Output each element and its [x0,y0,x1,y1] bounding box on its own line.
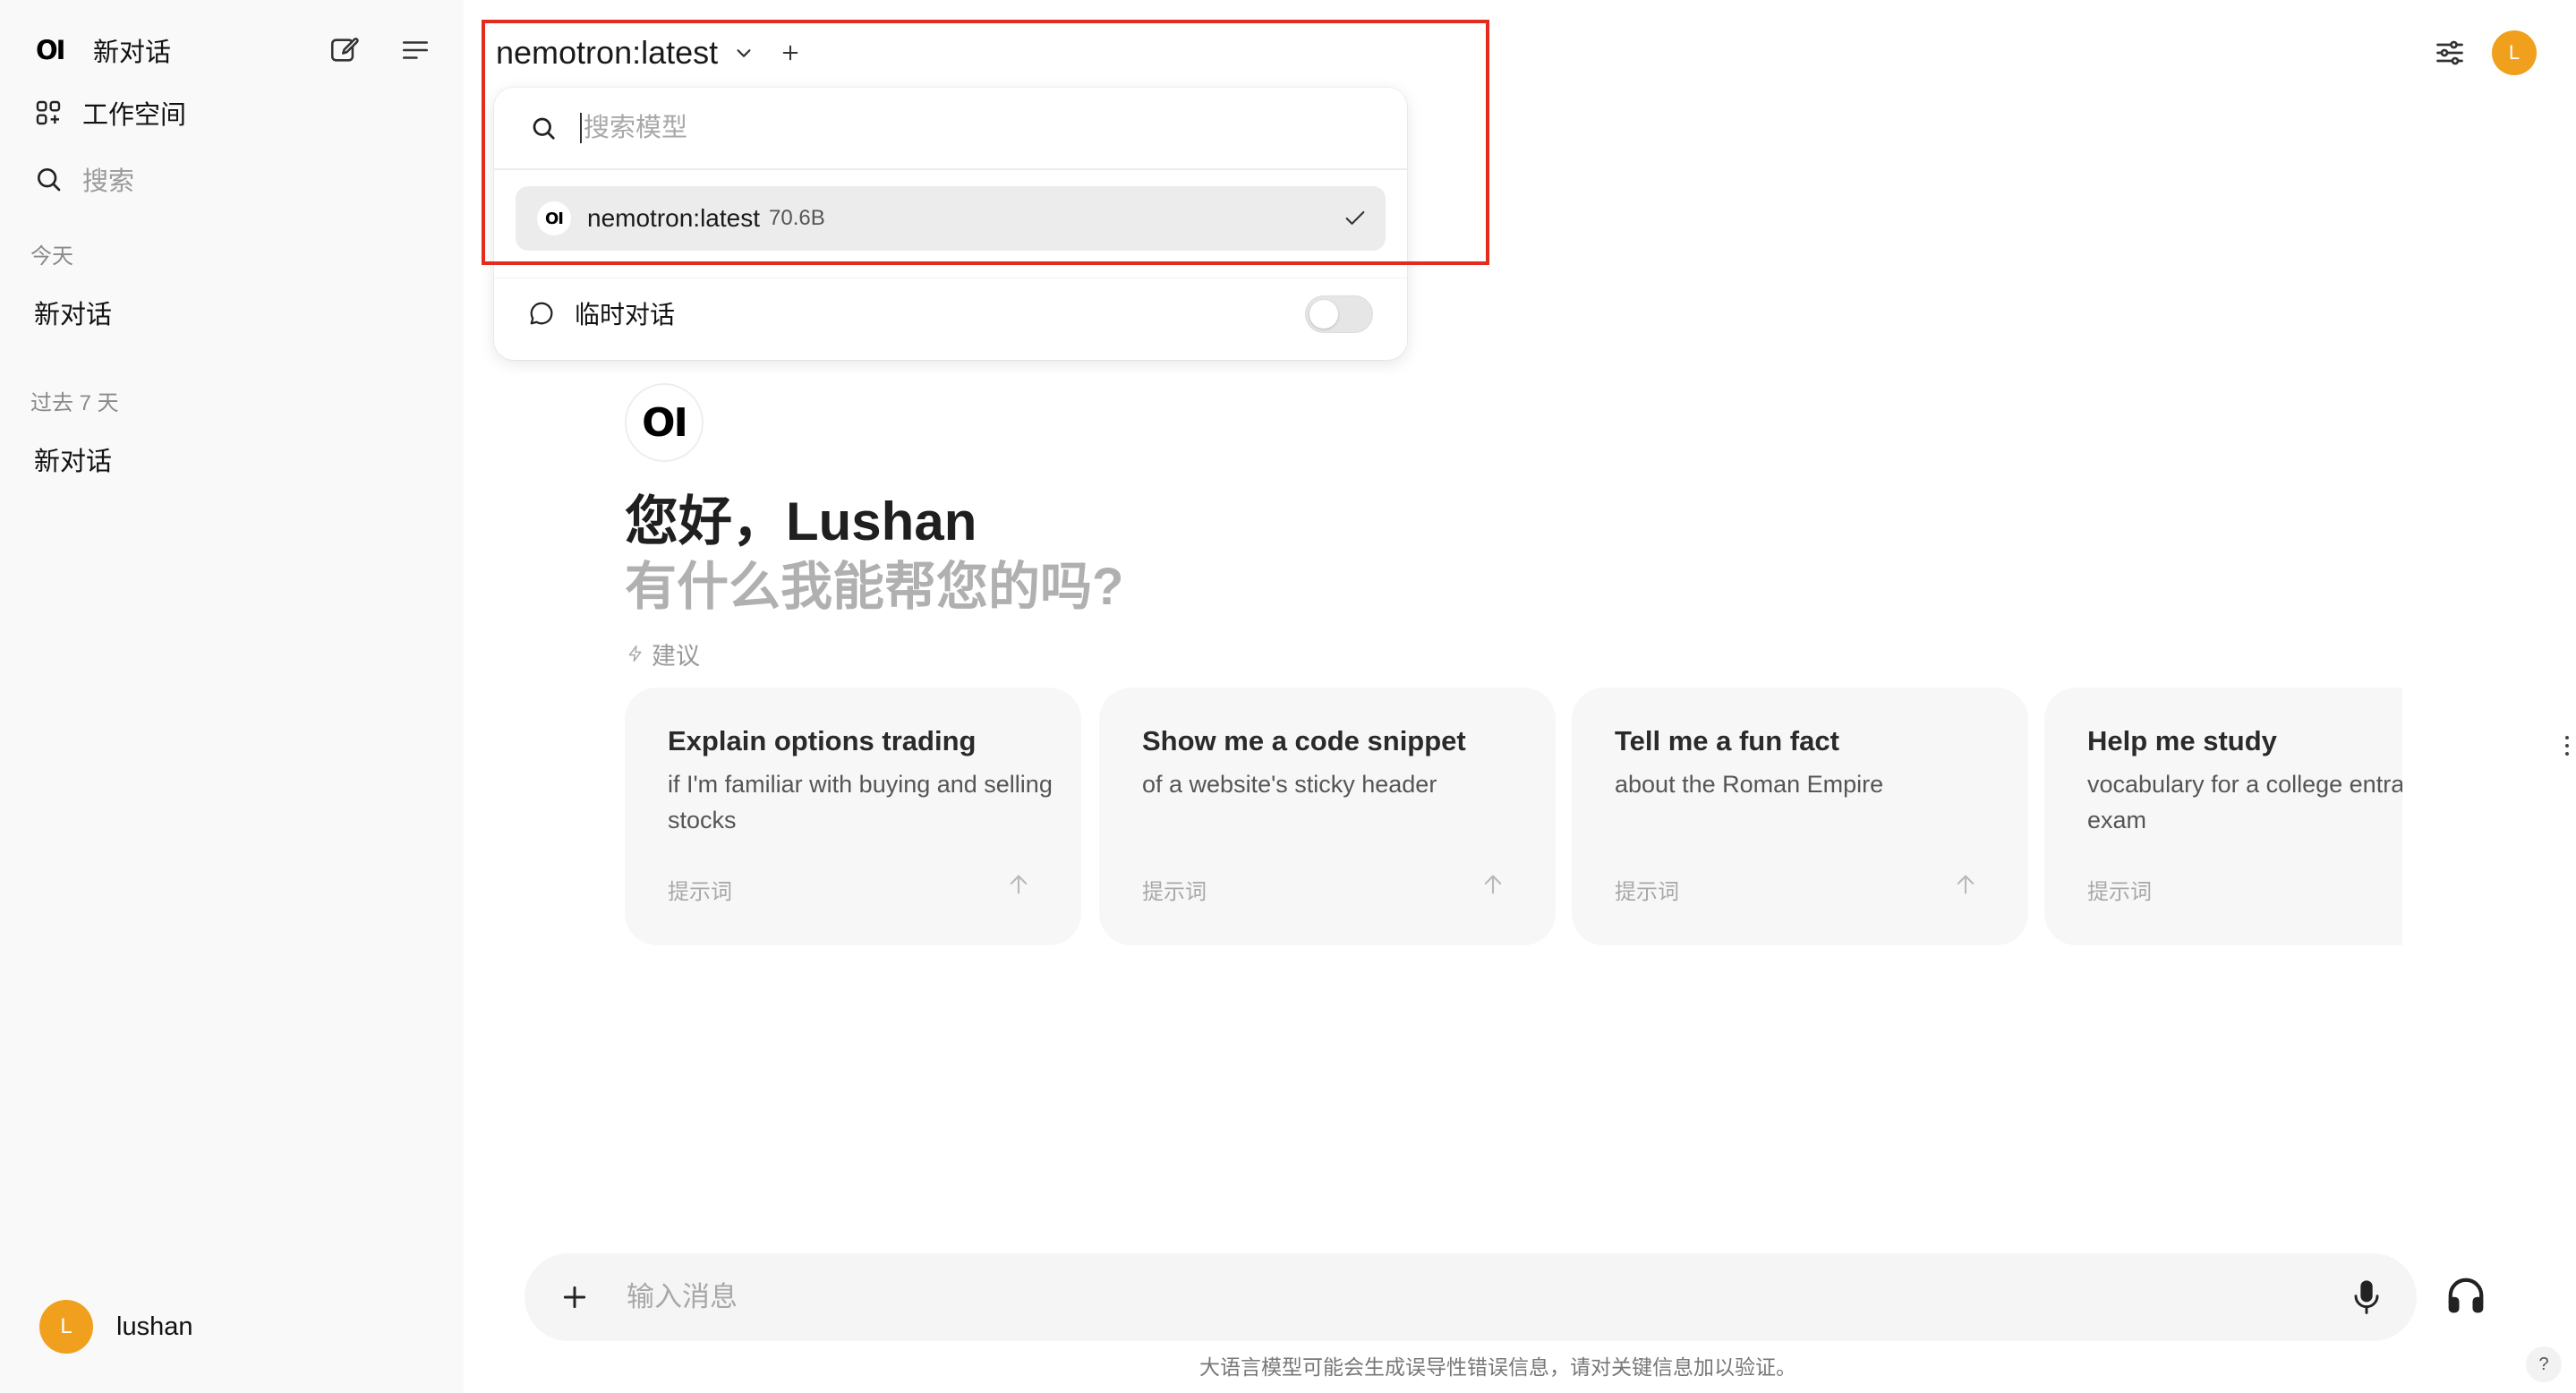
model-dropdown: OI nemotron:latest 70.6B 临时对话 [494,88,1407,360]
temporary-chat-row[interactable]: 临时对话 [494,278,1407,347]
arrow-up-icon [1953,872,1978,897]
microphone-icon[interactable] [2352,1278,2381,1317]
compose-icon[interactable] [322,29,365,72]
chevron-down-icon [734,43,754,63]
card-prompt-label: 提示词 [2087,880,2152,904]
model-option[interactable]: OI nemotron:latest 70.6B [516,186,1386,251]
suggestion-cards: Explain options trading if I'm familiar … [625,688,2402,945]
sidebar-search[interactable]: 搜索 [34,159,134,199]
workspace-label: 工作空间 [82,101,187,130]
chat-item[interactable]: 新对话 [34,294,112,331]
arrow-up-icon [1006,872,1031,897]
sidebar-menu-icon[interactable] [394,29,437,72]
chat-bubble-icon [528,300,555,327]
temporary-chat-toggle[interactable] [1305,295,1373,333]
sidebar: OI 新对话 工作空间 搜索 今天 新对话 过去 7 天 新对话 L lusha… [0,0,464,1393]
card-title: Help me study [2087,725,2277,756]
suggestions-label: 建议 [652,642,700,670]
model-search [494,88,1407,170]
new-chat-link[interactable]: OI 新对话 [36,30,171,70]
search-label: 搜索 [82,167,135,196]
user-avatar-button[interactable]: L [2492,30,2537,75]
suggestion-card[interactable]: Tell me a fun fact about the Roman Empir… [1572,688,2028,945]
card-subtitle: of a website's sticky header [1142,771,1437,798]
model-selector[interactable]: nemotron:latest [496,32,800,73]
search-icon [530,115,557,141]
sidebar-item-workspace[interactable]: 工作空间 [34,93,186,132]
suggestions-header: 建议 [627,637,700,670]
headphones-icon[interactable] [2445,1275,2486,1316]
new-chat-label: 新对话 [93,38,172,67]
card-subtitle: vocabulary for a college entrance exam [2087,771,2402,833]
temporary-chat-label: 临时对话 [575,300,676,329]
message-input[interactable] [627,1281,2238,1313]
card-title: Tell me a fun fact [1615,725,1839,756]
card-subtitle: about the Roman Empire [1615,771,1884,798]
user-menu[interactable]: L lushan [39,1300,192,1354]
arrow-up-icon [1480,872,1506,897]
model-name: nemotron:latest [496,34,719,71]
card-title: Show me a code snippet [1142,725,1466,756]
avatar: L [2492,30,2537,75]
grid-icon [34,98,63,127]
search-icon [34,165,63,193]
controls-icon[interactable] [2427,30,2472,75]
suggestion-card[interactable]: Explain options trading if I'm familiar … [625,688,1081,945]
greeting-subtitle: 有什么我能帮您的吗? [625,558,1124,616]
avatar: L [39,1300,93,1354]
model-option-size: 70.6B [769,206,825,230]
more-vertical-icon[interactable] [2563,734,2571,757]
bolt-icon [627,645,644,662]
section-today: 今天 [30,244,73,269]
disclaimer-text: 大语言模型可能会生成误导性错误信息，请对关键信息加以验证。 [1199,1355,1796,1379]
suggestion-card[interactable]: Show me a code snippet of a website's st… [1099,688,1556,945]
card-prompt-label: 提示词 [668,880,732,904]
model-option-logo-mark: OI [545,209,564,228]
chat-item[interactable]: 新对话 [34,440,112,478]
message-composer [525,1253,2417,1341]
brand-logo: OI [36,35,65,65]
model-search-input[interactable] [580,113,1296,143]
add-model-icon[interactable] [780,43,800,63]
suggestion-card[interactable]: Help me study vocabulary for a college e… [2044,688,2402,945]
toggle-knob [1309,300,1338,329]
card-title: Explain options trading [668,725,977,756]
user-name: lushan [116,1312,193,1341]
model-logo: OI [625,383,704,462]
attach-plus-icon[interactable] [557,1279,593,1315]
model-logo-mark: OI [642,399,688,446]
card-prompt-label: 提示词 [1615,880,1679,904]
section-past-7-days: 过去 7 天 [30,391,119,415]
model-option-name: nemotron:latest [587,204,760,232]
check-icon [1343,206,1368,231]
card-prompt-label: 提示词 [1142,880,1207,904]
model-option-logo: OI [537,201,571,235]
help-button[interactable]: ? [2526,1346,2562,1382]
card-subtitle: if I'm familiar with buying and selling … [668,771,1053,833]
